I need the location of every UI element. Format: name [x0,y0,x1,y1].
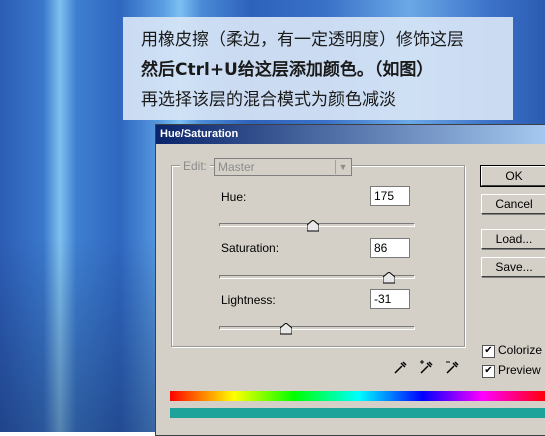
save-button[interactable]: Save... [481,257,545,277]
eyedropper-icon[interactable] [393,359,409,375]
lightness-label: Lightness: [221,293,276,307]
lightness-input[interactable]: -31 [370,289,410,309]
caption-line-3: 再选择该层的混合模式为颜色减淡 [141,90,396,110]
saturation-label: Saturation: [221,241,280,255]
load-button[interactable]: Load... [481,229,545,249]
colorize-checkbox[interactable]: ✔ [482,345,495,358]
edit-select-value: Master [218,160,255,174]
colorize-label: Colorize [498,343,543,357]
hue-saturation-dialog: Hue/Saturation Edit: Master ▼ Hue: 175 S… [155,124,545,436]
ok-button[interactable]: OK [480,165,545,187]
hue-slider-thumb[interactable] [307,220,319,232]
preview-label: Preview [498,363,541,377]
eyedropper-plus-icon[interactable] [419,359,435,375]
saturation-slider-thumb[interactable] [383,272,395,284]
adjusted-color-bar [170,408,545,418]
saturation-input[interactable]: 86 [370,238,410,258]
eyedropper-minus-icon[interactable] [445,359,461,375]
color-spectrum-bar [170,391,545,401]
preview-checkbox[interactable]: ✔ [482,365,495,378]
lightness-slider-thumb[interactable] [280,323,292,335]
edit-label: Edit: [180,159,211,173]
lightness-slider-track[interactable] [219,326,415,330]
dialog-title: Hue/Saturation [156,125,545,144]
hue-input[interactable]: 175 [370,186,410,206]
cancel-button[interactable]: Cancel [481,194,545,214]
caption-line-2: 然后Ctrl+U给这层添加颜色。（如图） [141,60,434,80]
adjustment-group [171,165,465,347]
caption-box: 用橡皮擦（柔边，有一定透明度）修饰这层 然后Ctrl+U给这层添加颜色。（如图）… [123,17,513,120]
chevron-down-icon: ▼ [335,160,350,174]
check-icon: ✔ [484,345,493,356]
edit-select[interactable]: Master ▼ [214,158,352,176]
hue-label: Hue: [221,190,247,204]
check-icon: ✔ [484,365,493,376]
caption-line-1: 用橡皮擦（柔边，有一定透明度）修饰这层 [141,30,464,50]
